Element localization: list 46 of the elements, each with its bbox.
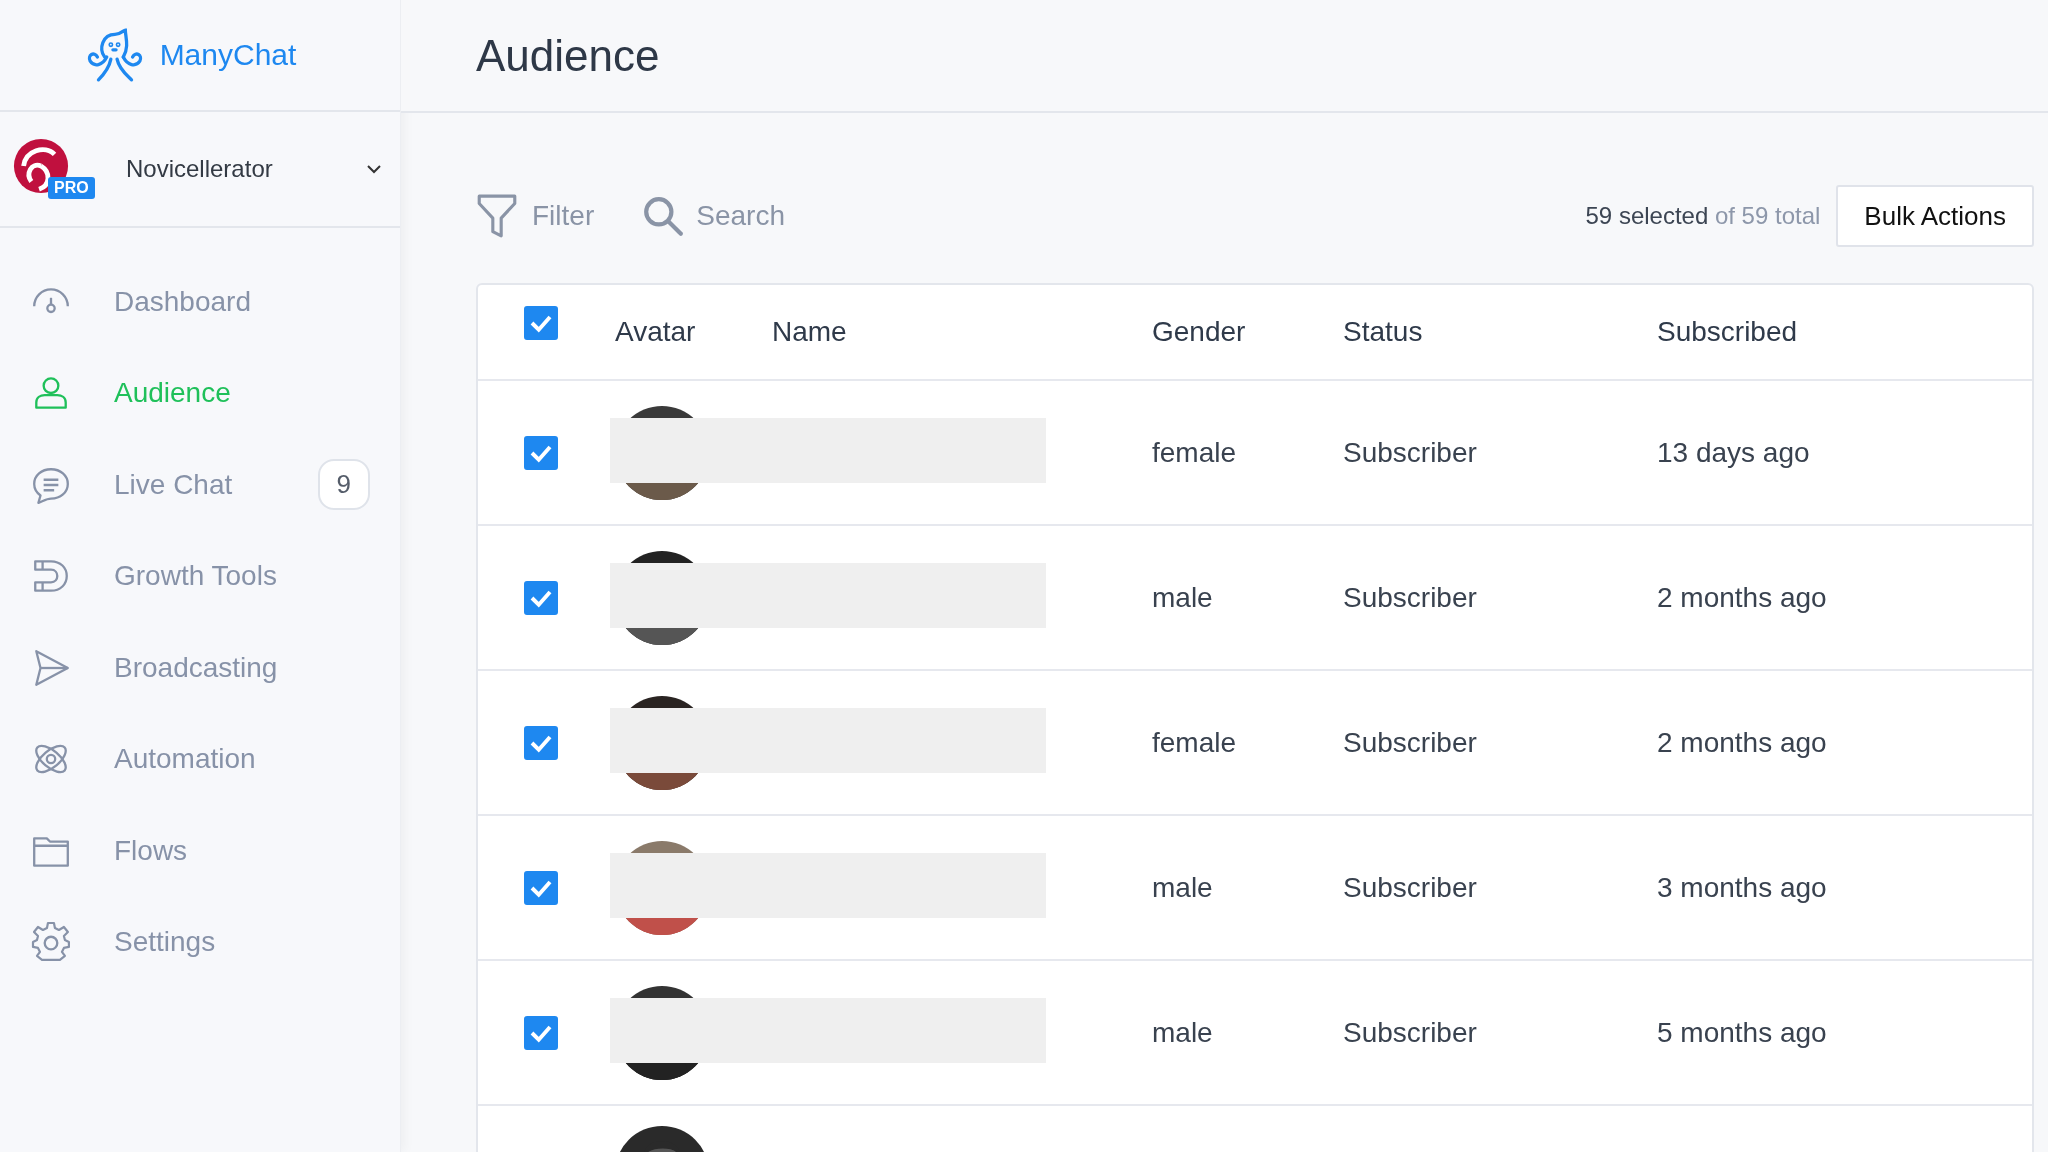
search-field[interactable]: Search (694, 199, 809, 233)
row-checkbox[interactable] (523, 725, 558, 760)
row-checkbox[interactable] (523, 580, 558, 615)
column-header: Subscribed (1657, 316, 1798, 347)
gender-cell: female (1152, 436, 1237, 468)
sidebar-item[interactable]: Automation (0, 713, 400, 805)
subscribed-cell: 13 days ago (1657, 436, 1810, 468)
column-header: Name (772, 316, 847, 347)
subscribed-cell: 3 months ago (1657, 871, 1827, 903)
row-checkbox[interactable] (523, 870, 558, 905)
sidebar-item[interactable]: Settings (0, 896, 400, 988)
chevron-down-icon (366, 164, 382, 174)
gender-cell: male (1152, 1016, 1213, 1048)
page-title: Audience (476, 30, 660, 81)
status-cell: Subscriber (1343, 726, 1477, 758)
brand-name: ManyChat (159, 38, 297, 72)
gender-cell: male (1152, 581, 1213, 613)
row-checkbox[interactable] (523, 435, 558, 470)
column-header: Gender (1152, 316, 1246, 347)
sidebar-item[interactable]: Audience (0, 347, 400, 439)
gender-cell: female (1152, 726, 1237, 758)
select-all-checkbox[interactable] (523, 306, 558, 340)
row-checkbox[interactable] (523, 1015, 558, 1050)
filter-icon (476, 193, 518, 239)
sidebar-item[interactable]: Live Chat 9 (0, 439, 400, 531)
column-header: Avatar (615, 316, 696, 347)
status-cell: Subscriber (1343, 581, 1477, 613)
status-cell: Subscriber (1343, 871, 1477, 903)
sidebar-item[interactable]: Dashboard (0, 256, 400, 348)
sidebar-item[interactable]: Growth Tools (0, 530, 400, 622)
gender-cell: male (1152, 871, 1213, 903)
filter-button[interactable]: Filter (476, 193, 595, 239)
account-switcher[interactable]: PRO Novicellerator (0, 112, 400, 228)
status-cell: Subscriber (1343, 436, 1477, 468)
status-cell: Subscriber (1343, 1016, 1477, 1048)
subscribed-cell: 5 months ago (1657, 1016, 1827, 1048)
selection-count: 59 selected of 59 total (1585, 202, 1821, 230)
count-badge: 9 (317, 459, 370, 511)
sidebar-item[interactable]: Broadcasting (0, 622, 400, 714)
bulk-actions-button[interactable]: Bulk Actions (1836, 185, 2034, 247)
settings-icon (30, 921, 72, 964)
subscribed-cell: 2 months ago (1657, 581, 1827, 613)
subscribed-cell: 2 months ago (1657, 726, 1827, 758)
sidebar-item[interactable]: Flows (0, 805, 400, 897)
pro-badge: PRO (48, 177, 95, 199)
column-header: Status (1343, 316, 1423, 347)
